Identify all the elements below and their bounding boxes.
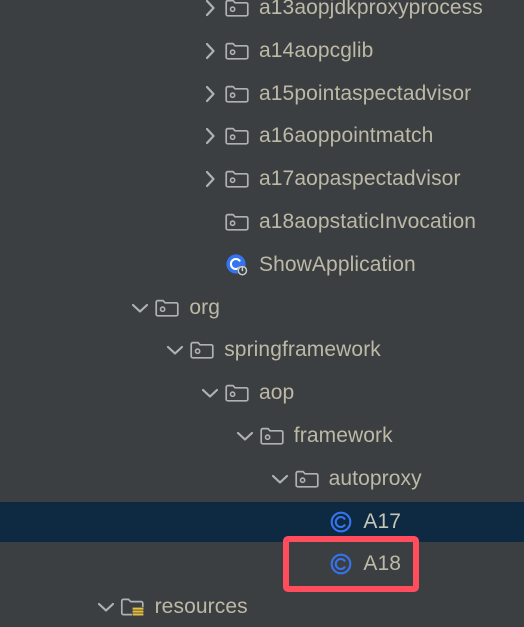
tree-row[interactable]: a17aopaspectadvisor <box>0 159 524 199</box>
tree-row-label: a13aopjdkproxyprocess <box>259 0 483 19</box>
tree-row[interactable]: a15pointaspectadvisor <box>0 74 524 114</box>
java-class-runnable-icon <box>223 251 251 279</box>
tree-row[interactable]: springframework <box>0 330 524 370</box>
tree-row-label: A17 <box>363 509 402 533</box>
tree-row[interactable]: resources <box>0 587 524 627</box>
folder-icon <box>223 379 251 407</box>
tree-row-label: a15pointaspectadvisor <box>259 81 472 105</box>
tree-row[interactable]: framework <box>0 416 524 456</box>
folder-icon <box>223 0 251 22</box>
folder-icon <box>258 422 286 450</box>
java-class-icon <box>327 550 355 578</box>
chevron-right-icon[interactable] <box>197 81 223 107</box>
tree-row-label: a17aopaspectadvisor <box>259 167 461 191</box>
chevron-down-icon[interactable] <box>162 337 188 363</box>
tree-row[interactable]: org <box>0 288 524 328</box>
folder-icon <box>223 165 251 193</box>
tree-row[interactable]: A17 <box>0 501 524 542</box>
tree-row-label: framework <box>293 424 393 447</box>
tree-row-label: a14aopcglib <box>259 38 374 62</box>
tree-row[interactable]: autoproxy <box>0 459 524 499</box>
chevron-down-icon[interactable] <box>93 594 119 620</box>
tree-row-label: ShowApplication <box>259 252 416 276</box>
folder-icon <box>188 336 216 364</box>
chevron-right-icon[interactable] <box>197 0 223 21</box>
tree-row-label: resources <box>154 595 248 619</box>
tree-row-label: autoproxy <box>328 466 422 490</box>
tree-row[interactable]: a14aopcglib <box>0 31 524 71</box>
tree-row-label: A18 <box>363 552 402 576</box>
tree-row-label: aop <box>259 381 295 405</box>
tree-row[interactable]: aop <box>0 373 524 413</box>
tree-row[interactable]: a18aopstaticInvocation <box>0 202 524 242</box>
folder-icon <box>223 208 251 236</box>
chevron-down-icon[interactable] <box>127 295 153 321</box>
tree-row-label: a16aoppointmatch <box>259 124 434 148</box>
folder-icon <box>153 294 181 322</box>
folder-icon <box>293 465 321 493</box>
tree-row[interactable]: ShowApplication <box>0 245 524 285</box>
chevron-right-icon[interactable] <box>197 166 223 192</box>
folder-icon <box>223 80 251 108</box>
tree-row[interactable]: a13aopjdkproxyprocess <box>0 0 524 28</box>
chevron-down-icon[interactable] <box>197 380 223 406</box>
folder-icon <box>223 37 251 65</box>
project-tool-window[interactable]: a13aopjdkproxyprocess a14aopcglib a15point… <box>0 0 524 626</box>
java-class-icon <box>327 508 355 536</box>
chevron-down-icon[interactable] <box>267 466 293 492</box>
chevron-right-icon[interactable] <box>197 38 223 64</box>
tree-row[interactable]: a16aoppointmatch <box>0 116 524 156</box>
tree-row-label: springframework <box>224 338 381 362</box>
chevron-down-icon[interactable] <box>232 423 258 449</box>
chevron-right-icon[interactable] <box>197 123 223 149</box>
tree-row-label: org <box>189 295 221 319</box>
folder-icon <box>223 122 251 150</box>
tree-row[interactable]: A18 <box>0 544 524 584</box>
tree-row-label: a18aopstaticInvocation <box>259 210 477 233</box>
resource-folder-icon <box>119 593 147 621</box>
